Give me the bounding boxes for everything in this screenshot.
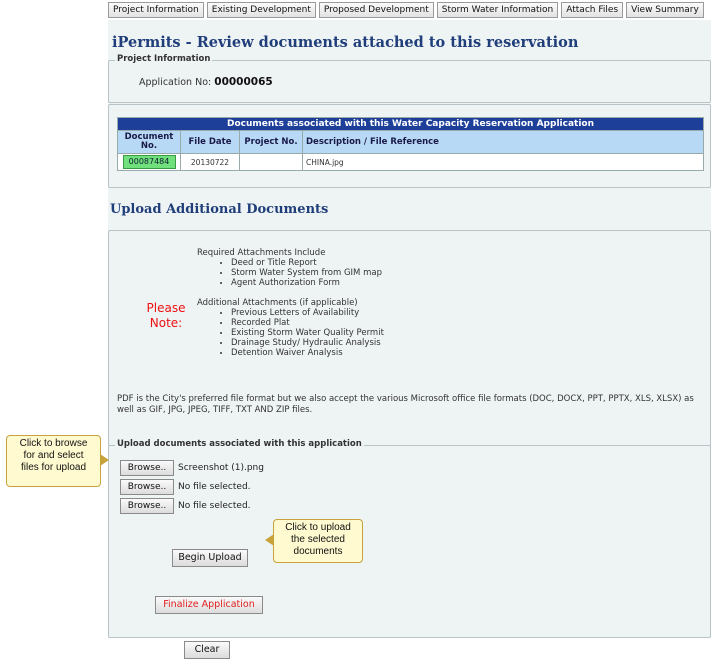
please-note-label: Please Note: [145,301,187,331]
required-attachments-list: Deed or Title Report Storm Water System … [197,258,384,288]
upload-section-title: Upload Additional Documents [110,202,329,217]
application-number-value: 00000065 [214,76,273,88]
additional-attachments-heading: Additional Attachments (if applicable) [197,298,358,308]
tab-existing-development[interactable]: Existing Development [206,2,316,18]
browse-tooltip-line-1: Click to browse [19,438,88,449]
file-input-row-3: Browse.. No file selected. [120,498,251,514]
please-note-line-2: Note: [149,316,183,330]
file-date-cell: 20130722 [180,153,240,171]
description-cell: CHINA.jpg [302,153,704,171]
page-title: iPermits - Review documents attached to … [112,34,579,51]
list-item: Drainage Study/ Hydraulic Analysis [231,338,384,348]
list-item: Recorded Plat [231,318,384,328]
list-item: Deed or Title Report [231,258,384,268]
application-number-label: Application No: [139,77,212,88]
table-row: 00087484 20130722 CHINA.jpg [117,153,704,171]
accepted-file-formats-note: PDF is the City's preferred file format … [117,394,694,415]
file-input-row-2: Browse.. No file selected. [120,479,251,495]
documents-table-title: Documents associated with this Water Cap… [117,117,704,131]
begin-upload-button[interactable]: Begin Upload [172,549,248,567]
documents-fieldset: Documents associated with this Water Cap… [108,104,711,188]
application-number-row: Application No: 00000065 [139,76,273,88]
column-header-project-no: Project No. [239,130,303,154]
list-item: Previous Letters of Availability [231,308,384,318]
upload-documents-legend: Upload documents associated with this ap… [115,439,364,449]
tab-view-summary[interactable]: View Summary [626,2,704,18]
browse-button-1[interactable]: Browse.. [120,460,174,476]
attachment-note-box: Please Note: Required Attachments Includ… [108,230,711,446]
list-item: Storm Water System from GIM map [231,268,384,278]
column-header-document-no: Document No. [117,130,181,154]
upload-tooltip-callout: Click to upload the selected documents [265,519,363,563]
browse-tooltip-line-2: for and select [23,450,84,461]
selected-file-name-2: No file selected. [178,482,251,492]
file-input-row-1: Browse.. Screenshot (1).png [120,460,264,476]
list-item: Existing Storm Water Quality Permit [231,328,384,338]
upload-tooltip-line-2: the selected [291,534,345,545]
finalize-application-button[interactable]: Finalize Application [155,596,263,614]
selected-file-name-3: No file selected. [178,501,251,511]
tab-attach-files[interactable]: Attach Files [561,2,624,18]
tab-proposed-development[interactable]: Proposed Development [318,2,434,18]
document-link-button[interactable]: 00087484 [122,155,176,169]
upload-documents-fieldset: Upload documents associated with this ap… [108,439,711,659]
attachment-requirements: Required Attachments Include Deed or Tit… [197,248,384,358]
main-panel: iPermits - Review documents attached to … [108,20,711,659]
upload-tooltip-line-3: documents [293,546,343,557]
tab-project-information[interactable]: Project Information [108,2,204,18]
required-attachments-heading: Required Attachments Include [197,248,326,258]
column-header-file-date: File Date [180,130,240,154]
additional-attachments-list: Previous Letters of Availability Recorde… [197,308,384,358]
document-no-cell: 00087484 [117,153,181,171]
browse-button-3[interactable]: Browse.. [120,498,174,514]
project-information-legend: Project Information [115,54,213,64]
project-no-cell [239,153,303,171]
top-nav-tabs: Project Information Existing Development… [108,2,704,18]
browse-tooltip-line-3: files for upload [20,462,87,473]
please-note-line-1: Please [146,301,186,315]
clear-button[interactable]: Clear [184,641,230,659]
documents-table: Documents associated with this Water Cap… [117,117,704,171]
selected-file-name-1: Screenshot (1).png [178,463,264,473]
browse-tooltip-callout: Click to browse for and select files for… [6,435,109,487]
tab-storm-water-information[interactable]: Storm Water Information [436,2,559,18]
list-item: Agent Authorization Form [231,278,384,288]
project-information-fieldset: Project Information Application No: 0000… [108,54,711,103]
upload-tooltip-line-1: Click to upload [285,522,351,533]
column-header-description: Description / File Reference [302,130,704,154]
browse-button-2[interactable]: Browse.. [120,479,174,495]
list-item: Detention Waiver Analysis [231,348,384,358]
